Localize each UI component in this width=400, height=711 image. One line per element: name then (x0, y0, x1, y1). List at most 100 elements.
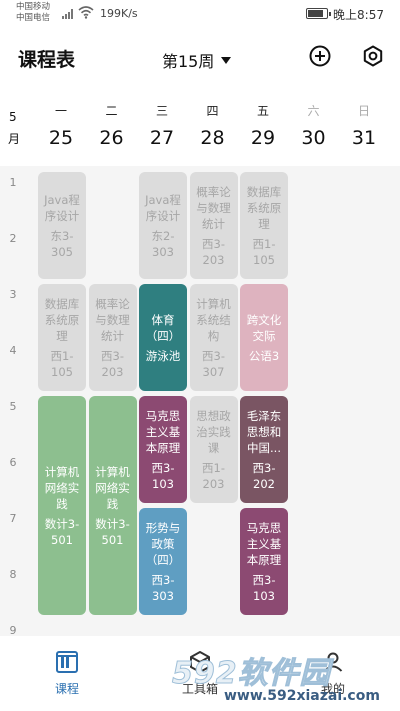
course-room: 西3-303 (151, 572, 175, 603)
course-room: 西1-203 (202, 460, 225, 491)
course-room: 数计3-501 (44, 516, 80, 547)
caret-down-icon (221, 56, 232, 64)
course-name: 数据库系统原理 (246, 184, 282, 231)
status-time: 晚上8:57 (333, 8, 384, 22)
period-number: 9 (9, 624, 17, 636)
cube-icon (190, 651, 210, 673)
course-name: 计算机系统结构 (196, 296, 231, 343)
course-name: 体育（四） (145, 312, 181, 343)
day-column-header: 二 26 (87, 102, 137, 149)
app-header: 课程表 第15周 (0, 28, 400, 88)
course-card[interactable]: 计算机网络实践数计3-501 (88, 396, 137, 615)
day-number: 27 (149, 127, 175, 149)
course-name: Java程序设计 (44, 192, 80, 223)
course-room: 西1-105 (252, 236, 276, 267)
course-card[interactable]: 形势与政策（四） 西3-303 (139, 508, 187, 615)
battery-level (308, 10, 324, 17)
course-room: 西1-105 (50, 348, 74, 379)
carrier-1: 中国移动 (16, 2, 51, 12)
course-name: 计算机网络实践 (44, 464, 80, 511)
period-number: 6 (9, 456, 17, 469)
network-speed: 199K/s (100, 7, 138, 20)
settings-button[interactable] (361, 44, 385, 68)
course-room: 西3-103 (151, 460, 175, 491)
week-label: 第15周 (162, 52, 215, 71)
nav-profile-label: 我的 (320, 682, 345, 696)
timetable-grid: 1 2 3 4 5 6 7 8 9 Java程序设计 东3-305 Java程序设计 东2-303 概率论… (0, 166, 400, 636)
course-name: 形势与政策（四） (145, 520, 181, 567)
course-card[interactable]: 概率论与数理统计西3-203 (189, 172, 238, 279)
bottom-nav: 课程 工具箱 我的 (0, 636, 400, 711)
battery-icon (306, 8, 331, 19)
course-card[interactable]: 思想政治实践课西1-203 (189, 396, 238, 503)
weekday-label: 六 (307, 104, 320, 118)
course-card[interactable]: 马克思主义基本原理西3-103 (139, 396, 187, 503)
day-column-header: 四 28 (188, 102, 238, 149)
course-card[interactable]: 计算机系统结构西3-307 (189, 284, 238, 391)
course-room: 西3-307 (202, 348, 225, 379)
weekday-label: 五 (256, 104, 269, 118)
day-column-header: 日 31 (339, 102, 389, 149)
add-course-button[interactable] (308, 44, 332, 68)
weekday-label: 三 (155, 104, 168, 118)
course-room: 西3-202 (252, 460, 276, 491)
nav-toolbox[interactable]: 工具箱 (160, 650, 240, 697)
period-number: 8 (9, 568, 17, 581)
course-name: 马克思主义基本原理 (246, 520, 282, 567)
carrier-2: 中国电信 (16, 13, 51, 23)
course-card[interactable]: 数据库系统原理西1-105 (240, 172, 288, 279)
course-card[interactable]: Java程序设计 东2-303 (139, 172, 187, 279)
month-unit: 月 (8, 132, 21, 146)
period-number: 2 (9, 232, 17, 245)
course-name: 思想政治实践课 (196, 408, 231, 455)
course-card[interactable]: 计算机网络实践数计3-501 (38, 396, 86, 615)
course-card[interactable]: 体育（四） 游泳池 (139, 284, 187, 391)
course-room: 公语3 (248, 348, 280, 363)
page-title: 课程表 (18, 49, 76, 71)
course-card[interactable]: 概率论与数理统计西3-203 (88, 284, 137, 391)
day-number: 31 (351, 127, 377, 149)
nav-courses-label: 课程 (54, 682, 79, 696)
day-column-header: 一 25 (36, 102, 86, 149)
day-number: 30 (301, 127, 326, 149)
day-number: 26 (99, 127, 124, 149)
course-name: 计算机网络实践 (95, 464, 130, 511)
course-card[interactable]: 毛泽东思想和中国... 西3-202 (240, 396, 288, 503)
period-number: 1 (9, 176, 17, 189)
course-card[interactable]: 数据库系统原理西1-105 (38, 284, 86, 391)
week-date-header: 5 月 一 25 二 26 三 27 四 28 五 29 六 30 日 31 (0, 88, 400, 164)
period-number: 4 (9, 344, 17, 357)
wifi-icon (78, 6, 94, 19)
course-room: 西3-203 (101, 348, 124, 379)
weekday-label: 日 (357, 104, 370, 118)
signal-icon (62, 9, 73, 19)
course-card[interactable]: 马克思主义基本原理西3-103 (240, 508, 288, 615)
course-name: 毛泽东思想和中国... (246, 408, 282, 455)
weekday-label: 二 (105, 104, 118, 118)
period-number: 5 (9, 400, 17, 413)
period-number: 7 (9, 512, 17, 525)
course-name: 数据库系统原理 (44, 296, 80, 343)
day-column-header: 六 30 (289, 102, 339, 149)
status-bar: 中国移动 中国电信 199K/s 晚上8:57 (0, 0, 400, 28)
carrier-labels: 中国移动 中国电信 (16, 2, 50, 24)
weekday-label: 四 (206, 104, 219, 118)
course-card[interactable]: 跨文化交际 公语3 (240, 284, 288, 391)
course-room: 西3-203 (202, 236, 225, 267)
day-number: 28 (200, 127, 225, 149)
course-name: Java程序设计 (145, 192, 181, 223)
timetable-icon (56, 651, 78, 673)
nav-toolbox-label: 工具箱 (181, 682, 218, 696)
day-column-header: 五 29 (238, 102, 288, 149)
course-room: 西3-103 (252, 572, 276, 603)
course-room: 数计3-501 (95, 516, 130, 547)
nav-profile[interactable]: 我的 (293, 650, 373, 697)
period-number: 3 (9, 288, 17, 301)
course-name: 马克思主义基本原理 (145, 408, 181, 455)
course-name: 概率论与数理统计 (95, 296, 130, 343)
course-room: 东3-305 (50, 228, 74, 259)
week-selector[interactable]: 第15周 (162, 48, 232, 72)
course-name: 概率论与数理统计 (196, 184, 231, 231)
nav-courses[interactable]: 课程 (27, 650, 107, 697)
course-card[interactable]: Java程序设计 东3-305 (38, 172, 86, 279)
